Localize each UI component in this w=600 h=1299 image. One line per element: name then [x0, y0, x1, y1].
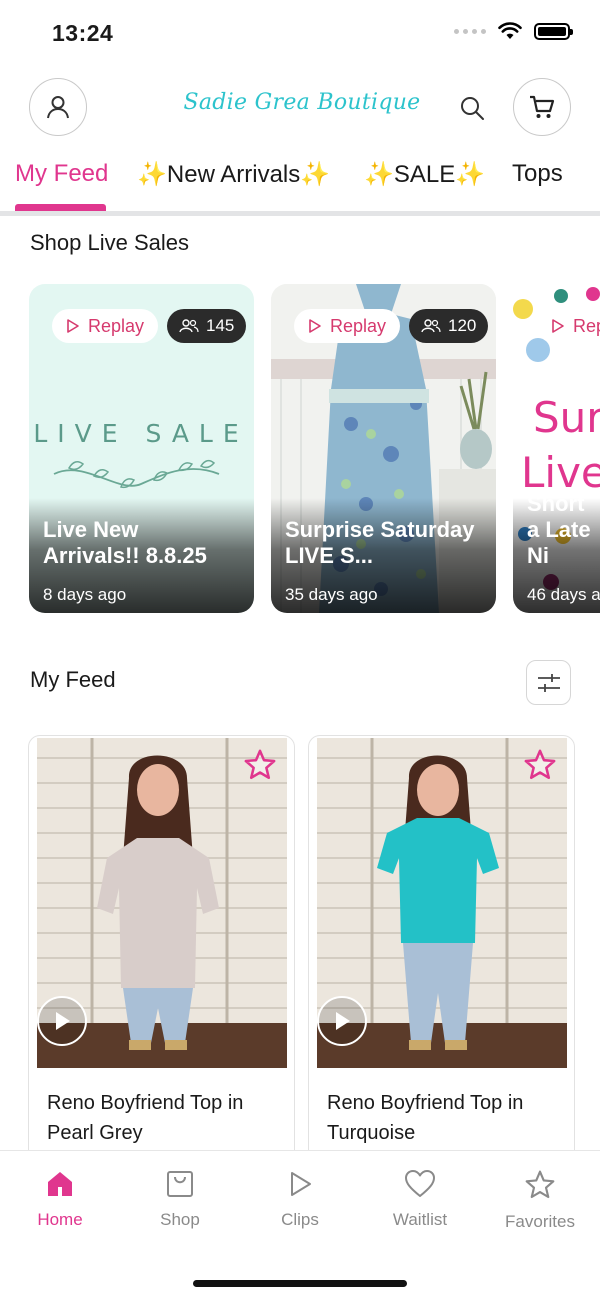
product-name: Reno Boyfriend Top in Turquoise	[327, 1092, 524, 1144]
heart-icon	[405, 1170, 435, 1197]
nav-clips[interactable]: Clips	[245, 1169, 355, 1230]
viewers-icon	[421, 319, 441, 333]
sparkle-icon: ✨	[364, 161, 394, 188]
status-time: 13:24	[52, 20, 114, 46]
replay-button[interactable]: Replay	[294, 309, 401, 343]
home-icon	[48, 1172, 72, 1196]
nav-favorites[interactable]: Favorites	[485, 1169, 595, 1232]
star-outline-icon	[244, 749, 276, 780]
sparkle-icon: ✨	[300, 161, 331, 188]
live-sale-title: Live New Arrivals!! 8.8.25	[43, 517, 207, 568]
live-sale-age: 8 days ago	[43, 585, 127, 604]
home-indicator	[193, 1280, 407, 1287]
replay-button[interactable]: Rep	[537, 309, 600, 343]
play-video-button[interactable]	[37, 996, 87, 1046]
app-header: Sadie Grea Boutique	[0, 78, 600, 138]
tab-sale-label: SALE	[393, 161, 456, 188]
play-icon	[291, 1172, 311, 1196]
favorite-star-button[interactable]	[243, 748, 277, 787]
live-sales-carousel[interactable]: LIVE SALE Replay 145 Live New Arrivals!!…	[0, 284, 600, 614]
product-card[interactable]: Reno Boyfriend Top in Turquoise	[308, 735, 575, 1175]
star-icon	[525, 1170, 555, 1199]
product-photo	[317, 738, 567, 1068]
status-icons	[454, 22, 573, 40]
nav-home[interactable]: Home	[5, 1169, 115, 1230]
nav-shop[interactable]: Shop	[125, 1169, 235, 1230]
live-sale-art-text: Sur	[533, 393, 600, 442]
bottom-navigation: Home Shop Clips Waitlist Favorites	[0, 1150, 600, 1299]
live-sale-card[interactable]: LIVE SALE Replay 145 Live New Arrivals!!…	[29, 284, 254, 613]
live-sale-title: Surprise Saturday LIVE S...	[285, 517, 475, 568]
status-bar: 13:24	[0, 0, 600, 64]
category-tabs: My Feed ✨New Arrivals✨ ✨SALE✨ Tops	[0, 152, 600, 216]
tab-new-arrivals-label: New Arrivals	[166, 161, 301, 188]
favorite-star-button[interactable]	[523, 748, 557, 787]
product-photo	[37, 738, 287, 1068]
play-outline-icon	[309, 319, 321, 333]
filter-button[interactable]	[526, 660, 571, 705]
wifi-icon	[498, 22, 522, 39]
play-outline-icon	[552, 319, 564, 333]
nav-home-label: Home	[37, 1210, 83, 1229]
nav-favorites-label: Favorites	[505, 1212, 575, 1231]
profile-button[interactable]	[29, 78, 87, 136]
nav-waitlist-label: Waitlist	[392, 1210, 448, 1229]
tab-new-arrivals[interactable]: ✨New Arrivals✨	[137, 160, 330, 189]
feed-heading: My Feed	[30, 667, 116, 692]
viewer-count-badge: 120	[409, 309, 489, 343]
product-name: Reno Boyfriend Top in Pearl Grey	[47, 1092, 244, 1144]
live-sale-card[interactable]: Replay 120 Surprise Saturday LIVE S... 3…	[271, 284, 496, 613]
brand-logo[interactable]: Sadie Grea Boutique	[160, 90, 444, 115]
star-outline-icon	[524, 749, 556, 780]
battery-icon	[534, 22, 573, 40]
live-sales-heading: Shop Live Sales	[30, 230, 189, 255]
cart-icon	[530, 95, 555, 118]
sliders-icon	[537, 673, 560, 692]
viewer-count-badge: 145	[167, 309, 247, 343]
play-outline-icon	[67, 319, 79, 333]
live-sale-age: 35 days ago	[285, 585, 378, 604]
play-icon	[56, 1012, 70, 1030]
replay-button[interactable]: Replay	[52, 309, 159, 343]
nav-shop-label: Shop	[160, 1210, 200, 1229]
live-sale-age: 46 days a	[527, 585, 600, 604]
play-video-button[interactable]	[317, 996, 367, 1046]
replay-label: Rep	[573, 315, 600, 336]
tab-sale[interactable]: ✨SALE✨	[364, 160, 485, 189]
live-sale-title: Short a Late Ni	[527, 491, 591, 568]
nav-waitlist[interactable]: Waitlist	[365, 1169, 475, 1230]
viewer-count: 120	[448, 316, 477, 335]
shopping-bag-icon	[167, 1171, 193, 1197]
live-sale-art-text: Live	[521, 448, 600, 497]
cart-button[interactable]	[513, 78, 571, 136]
search-icon	[461, 97, 484, 120]
signal-dots-icon	[454, 28, 486, 34]
nav-clips-label: Clips	[281, 1210, 319, 1229]
sparkle-icon: ✨	[137, 161, 167, 188]
product-card[interactable]: Reno Boyfriend Top in Pearl Grey	[28, 735, 295, 1175]
replay-label: Replay	[88, 315, 145, 336]
viewer-count: 145	[206, 316, 235, 335]
play-icon	[336, 1012, 350, 1030]
live-sale-art-text: LIVE SALE	[33, 419, 248, 448]
tab-my-feed[interactable]: My Feed	[15, 160, 108, 188]
replay-label: Replay	[330, 315, 387, 336]
viewers-icon	[179, 319, 199, 333]
active-tab-indicator	[15, 204, 106, 211]
search-button[interactable]	[452, 88, 492, 128]
sparkle-icon: ✨	[455, 161, 486, 188]
user-icon	[47, 96, 69, 119]
tab-tops[interactable]: Tops	[512, 160, 563, 188]
live-sale-card[interactable]: Sur Live Rep Short a Late Ni 46 days a	[513, 284, 600, 613]
